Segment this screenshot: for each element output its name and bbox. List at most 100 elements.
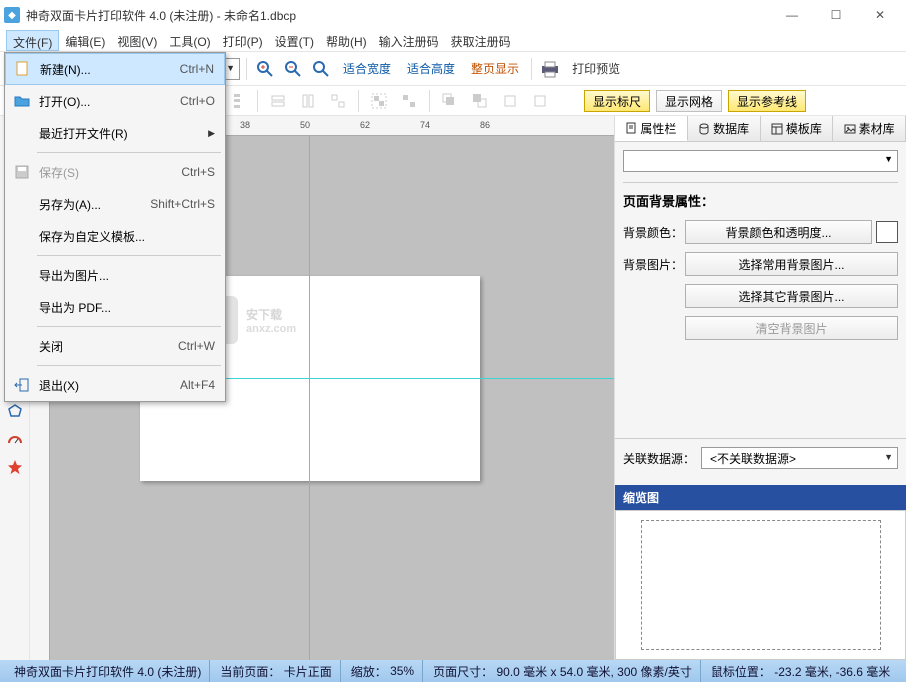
send-back-icon[interactable] <box>468 89 492 113</box>
thumbnail-box <box>641 520 881 650</box>
minimize-button[interactable]: ― <box>770 0 814 30</box>
group-icon[interactable] <box>367 89 391 113</box>
status-mouse: 鼠标位置： -23.2 毫米, -36.6 毫米 <box>703 660 898 682</box>
zoom-in-icon[interactable] <box>253 57 277 81</box>
menu-enter-reg[interactable]: 输入注册码 <box>373 30 445 51</box>
shortcut: Ctrl+S <box>181 165 215 179</box>
maximize-button[interactable]: ☐ <box>814 0 858 30</box>
new-file-icon <box>14 60 32 78</box>
show-guides-button[interactable]: 显示参考线 <box>728 90 806 112</box>
tab-label: 模板库 <box>786 120 822 137</box>
ungroup-icon[interactable] <box>397 89 421 113</box>
shortcut: Ctrl+N <box>180 62 214 76</box>
exit-icon <box>13 376 31 394</box>
menuitem-new[interactable]: 新建(N)... Ctrl+N <box>5 53 225 85</box>
assoc-label: 关联数据源： <box>623 450 701 467</box>
menuitem-export-pdf[interactable]: 导出为 PDF... <box>5 291 225 323</box>
distribute-v-icon[interactable] <box>225 89 249 113</box>
bg-color-button[interactable]: 背景颜色和透明度... <box>685 220 872 244</box>
tab-assets[interactable]: 素材库 <box>833 116 906 141</box>
menuitem-open[interactable]: 打开(O)... Ctrl+O <box>5 85 225 117</box>
menu-print[interactable]: 打印(P) <box>217 30 269 51</box>
status-page: 当前页面： 卡片正面 <box>212 660 340 682</box>
status-size: 页面尺寸： 90.0 毫米 x 54.0 毫米, 300 像素/英寸 <box>425 660 701 682</box>
show-grid-button[interactable]: 显示网格 <box>656 90 722 112</box>
same-width-icon[interactable] <box>266 89 290 113</box>
zoom-actual-icon[interactable] <box>309 57 333 81</box>
menu-edit[interactable]: 编辑(E) <box>59 30 111 51</box>
same-height-icon[interactable] <box>296 89 320 113</box>
fit-width-link[interactable]: 适合宽度 <box>337 60 397 77</box>
send-backward-icon[interactable] <box>528 89 552 113</box>
assoc-value: <不关联数据源> <box>710 452 796 466</box>
ruler-mark: 86 <box>480 120 490 130</box>
label: 保存为自定义模板... <box>39 228 215 245</box>
value: 90.0 毫米 x 54.0 毫米, 300 像素/英寸 <box>496 663 691 680</box>
save-icon <box>13 163 31 181</box>
show-ruler-button[interactable]: 显示标尺 <box>584 90 650 112</box>
bring-forward-icon[interactable] <box>498 89 522 113</box>
menuitem-saveas[interactable]: 另存为(A)... Shift+Ctrl+S <box>5 188 225 220</box>
menu-file[interactable]: 文件(F) <box>6 30 59 51</box>
window-title: 神奇双面卡片打印软件 4.0 (未注册) - 未命名1.dbcp <box>26 7 770 24</box>
element-selector[interactable]: ▼ <box>623 150 898 172</box>
bg-select-common-button[interactable]: 选择常用背景图片... <box>685 252 898 276</box>
fit-height-link[interactable]: 适合高度 <box>401 60 461 77</box>
bg-clear-button[interactable]: 清空背景图片 <box>685 316 898 340</box>
tab-label: 数据库 <box>713 120 749 137</box>
whole-page-link[interactable]: 整页显示 <box>465 60 525 77</box>
menu-view[interactable]: 视图(V) <box>111 30 163 51</box>
star-tool-icon[interactable] <box>6 458 24 476</box>
label: 鼠标位置： <box>711 663 771 680</box>
menu-help[interactable]: 帮助(H) <box>320 30 373 51</box>
menuitem-save-template[interactable]: 保存为自定义模板... <box>5 220 225 252</box>
label: 缩放： <box>351 663 387 680</box>
label: 导出为 PDF... <box>39 299 215 316</box>
menuitem-export-image[interactable]: 导出为图片... <box>5 259 225 291</box>
app-icon: ◆ <box>4 7 20 23</box>
label: 当前页面： <box>220 663 280 680</box>
ruler-mark: 62 <box>360 120 370 130</box>
assoc-dropdown[interactable]: <不关联数据源> <box>701 447 898 469</box>
bg-image-label: 背景图片： <box>623 256 685 273</box>
right-panel-tabs: 属性栏 数据库 模板库 素材库 <box>615 116 906 142</box>
gauge-tool-icon[interactable] <box>6 430 24 448</box>
separator <box>429 90 430 112</box>
menu-settings[interactable]: 设置(T) <box>269 30 320 51</box>
guide-vertical[interactable] <box>309 136 310 660</box>
menu-get-reg[interactable]: 获取注册码 <box>445 30 517 51</box>
print-preview-link[interactable]: 打印预览 <box>566 60 626 77</box>
tab-database[interactable]: 数据库 <box>688 116 761 141</box>
separator <box>37 365 221 366</box>
tab-templates[interactable]: 模板库 <box>761 116 834 141</box>
ruler-mark: 74 <box>420 120 430 130</box>
shortcut: Alt+F4 <box>180 378 215 392</box>
polygon-tool-icon[interactable] <box>6 402 24 420</box>
status-app: 神奇双面卡片打印软件 4.0 (未注册) <box>6 660 210 682</box>
shortcut: Ctrl+W <box>178 339 215 353</box>
close-button[interactable]: ✕ <box>858 0 902 30</box>
tab-label: 素材库 <box>859 120 895 137</box>
printer-icon[interactable] <box>538 57 562 81</box>
file-menu-dropdown: 新建(N)... Ctrl+N 打开(O)... Ctrl+O 最近打开文件(R… <box>4 52 226 402</box>
menuitem-save[interactable]: 保存(S) Ctrl+S <box>5 156 225 188</box>
menubar: 文件(F) 编辑(E) 视图(V) 工具(O) 打印(P) 设置(T) 帮助(H… <box>0 30 906 52</box>
menuitem-recent[interactable]: 最近打开文件(R) <box>5 117 225 149</box>
menu-tools[interactable]: 工具(O) <box>163 30 216 51</box>
tab-properties[interactable]: 属性栏 <box>615 116 688 141</box>
bring-front-icon[interactable] <box>438 89 462 113</box>
thumbnail-header: 缩览图 <box>615 485 906 510</box>
label: 保存(S) <box>39 164 181 181</box>
separator <box>257 90 258 112</box>
menuitem-close[interactable]: 关闭 Ctrl+W <box>5 330 225 362</box>
menuitem-exit[interactable]: 退出(X) Alt+F4 <box>5 369 225 401</box>
watermark-sub: anxz.com <box>246 323 296 335</box>
separator <box>37 255 221 256</box>
bg-color-swatch[interactable] <box>876 221 898 243</box>
separator <box>246 58 247 80</box>
label: 关闭 <box>39 338 178 355</box>
bg-select-other-button[interactable]: 选择其它背景图片... <box>685 284 898 308</box>
zoom-out-icon[interactable] <box>281 57 305 81</box>
value: 卡片正面 <box>284 663 332 680</box>
same-size-icon[interactable] <box>326 89 350 113</box>
